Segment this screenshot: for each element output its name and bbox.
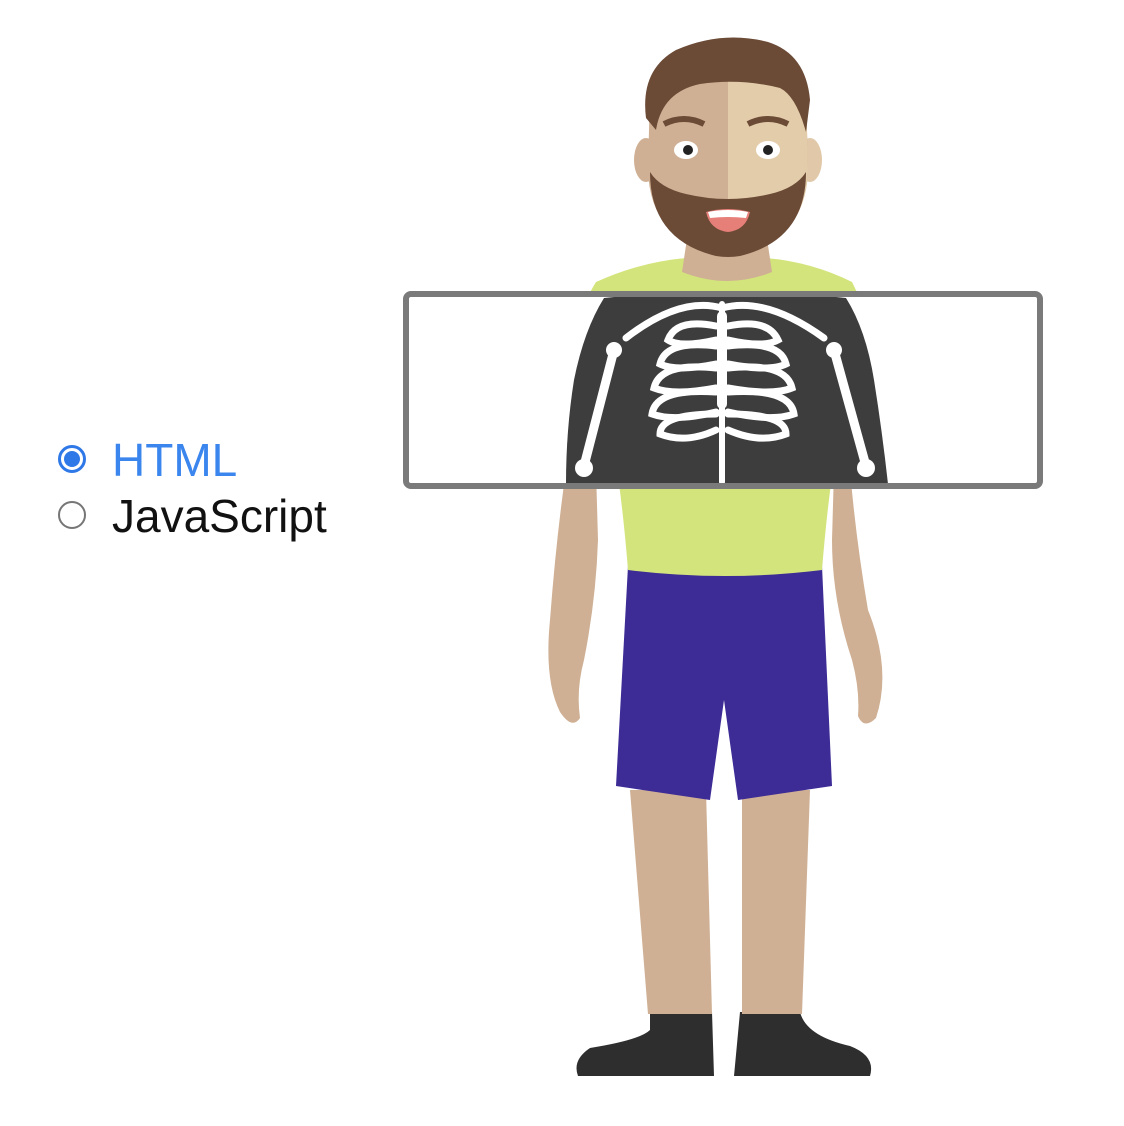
html-radio-label[interactable]: HTML [112, 432, 237, 488]
xray-illustration [0, 0, 1124, 1126]
xray-panel[interactable] [403, 291, 1043, 489]
person-illustration [403, 37, 1043, 1076]
shorts [616, 566, 832, 800]
legs [630, 790, 810, 1014]
shoes [576, 1012, 872, 1076]
radio-option-javascript[interactable]: JavaScript [58, 488, 378, 544]
mode-radio-group: HTML JavaScript [58, 432, 378, 544]
html-radio-button[interactable] [58, 445, 86, 473]
javascript-radio-label[interactable]: JavaScript [112, 488, 327, 544]
javascript-radio-button[interactable] [58, 501, 86, 529]
radio-option-html[interactable]: HTML [58, 432, 378, 488]
